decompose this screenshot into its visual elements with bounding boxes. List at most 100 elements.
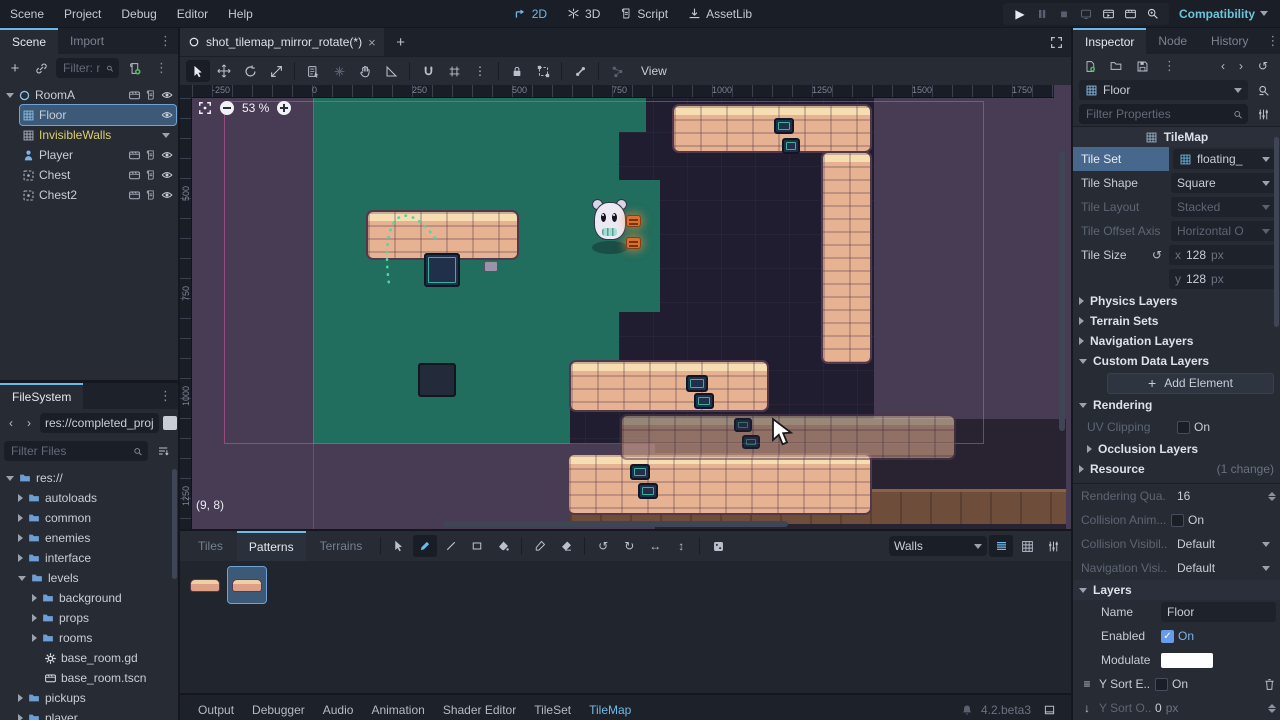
filesystem-scrollbar[interactable] xyxy=(172,469,177,579)
patterns-content[interactable] xyxy=(180,561,1071,693)
prop-tile-size-y[interactable]: y 128 px xyxy=(1073,267,1280,291)
random-tile-button[interactable] xyxy=(706,535,730,557)
rotate-left-button[interactable]: ↺ xyxy=(591,535,615,557)
remote-debug-button[interactable] xyxy=(1077,5,1095,23)
attach-script-button[interactable] xyxy=(123,57,145,79)
prop-ysort-origin[interactable]: ↓ Y Sort O... 0 px xyxy=(1073,696,1280,720)
fs-item-background[interactable]: background xyxy=(30,588,176,608)
property-tools-button[interactable] xyxy=(1252,103,1274,125)
ik-chain-button[interactable] xyxy=(605,60,629,82)
prop-ysort-enabled[interactable]: ≡ Y Sort E... On xyxy=(1073,672,1280,696)
scene-node-rooma[interactable]: RoomA xyxy=(2,85,176,105)
dock-menu-icon[interactable]: ⋮ xyxy=(153,28,178,54)
collision-visibility-dropdown[interactable]: Default xyxy=(1171,534,1276,554)
group-physics-layers[interactable]: Physics Layers xyxy=(1073,291,1280,311)
uv-clipping-checkbox[interactable] xyxy=(1177,420,1190,434)
spinner-icon[interactable] xyxy=(1268,703,1276,713)
toggle-split-mode-button[interactable] xyxy=(162,416,177,430)
chevron-down-icon[interactable] xyxy=(162,132,170,138)
prop-layer-modulate[interactable]: Modulate xyxy=(1073,648,1280,672)
instance-scene-button[interactable] xyxy=(30,57,52,79)
modulate-color-swatch[interactable] xyxy=(1161,652,1213,668)
play-scene-button[interactable] xyxy=(1099,5,1117,23)
scene-node-player[interactable]: Player xyxy=(20,145,176,165)
current-path[interactable]: res://completed_proj xyxy=(40,413,159,433)
script-icon[interactable] xyxy=(145,149,156,161)
lock-selected-button[interactable] xyxy=(505,60,529,82)
tile-size-y-field[interactable]: y 128 px xyxy=(1169,269,1276,289)
tile-bucket-tool[interactable] xyxy=(491,535,515,557)
expand-viewport-icon[interactable] xyxy=(1045,31,1067,53)
menu-scene[interactable]: Scene xyxy=(0,0,54,28)
add-element-button[interactable]: + Add Element xyxy=(1107,372,1274,394)
tile-picker-tool[interactable] xyxy=(528,535,552,557)
fs-item-interface[interactable]: interface xyxy=(16,548,176,568)
group-rendering[interactable]: Rendering xyxy=(1073,395,1280,415)
selection-list-button[interactable] xyxy=(301,60,325,82)
menu-debug[interactable]: Debug xyxy=(111,0,166,28)
center-view-icon[interactable] xyxy=(198,101,212,115)
move-tool-button[interactable] xyxy=(212,60,236,82)
group-custom-data-layers[interactable]: Custom Data Layers xyxy=(1073,351,1280,371)
renderer-selector[interactable]: Compatibility xyxy=(1179,7,1280,21)
fs-item-res[interactable]: res:// xyxy=(2,468,176,488)
layer-enabled-checkbox[interactable]: ✓ xyxy=(1161,629,1174,643)
dock-menu-icon[interactable]: ⋮ xyxy=(1260,28,1280,54)
delete-layer-icon[interactable] xyxy=(1263,678,1276,691)
tile-rect-tool[interactable] xyxy=(465,535,489,557)
tab-terrains[interactable]: Terrains xyxy=(308,531,375,561)
prop-tile-size-x[interactable]: Tile Size ↺ x 128 px xyxy=(1073,243,1280,267)
filter-properties-input[interactable] xyxy=(1079,104,1248,124)
class-section-header[interactable]: TileMap xyxy=(1073,127,1280,147)
prop-rendering-quadrant[interactable]: Rendering Qua... 16 xyxy=(1073,484,1280,508)
bottom-tab-output[interactable]: Output xyxy=(190,703,242,717)
history-forward-button[interactable]: › xyxy=(1234,55,1248,77)
prop-layer-enabled[interactable]: Enabled ✓ On xyxy=(1073,624,1280,648)
move-layer-down-icon[interactable]: ↓ xyxy=(1079,697,1095,719)
fs-item-enemies[interactable]: enemies xyxy=(16,528,176,548)
snap-options-menu-icon[interactable]: ⋮ xyxy=(468,60,492,82)
group-navigation-layers[interactable]: Navigation Layers xyxy=(1073,331,1280,351)
prop-navigation-visibility[interactable]: Navigation Visi... Default xyxy=(1073,556,1280,580)
fs-item-base-room-tscn[interactable]: base_room.tscn xyxy=(42,668,176,688)
filter-files-input[interactable] xyxy=(4,441,148,461)
menu-help[interactable]: Help xyxy=(218,0,263,28)
visibility-eye-icon[interactable] xyxy=(160,189,174,201)
pause-button[interactable] xyxy=(1033,5,1051,23)
dock-menu-icon[interactable]: ⋮ xyxy=(153,383,178,409)
tile-set-resource-dropdown[interactable]: floating_ xyxy=(1173,149,1276,169)
zoom-level-label[interactable]: 53 % xyxy=(242,101,269,115)
history-back-button[interactable]: ‹ xyxy=(1216,55,1230,77)
collapse-icon[interactable] xyxy=(6,92,14,98)
rotate-tool-button[interactable] xyxy=(238,60,262,82)
history-forward-button[interactable]: › xyxy=(22,412,36,434)
scene-toolbar-menu-icon[interactable]: ⋮ xyxy=(149,60,174,76)
group-selected-button[interactable] xyxy=(531,60,555,82)
tab-node[interactable]: Node xyxy=(1146,28,1199,54)
tile-line-tool[interactable] xyxy=(439,535,463,557)
collision-animatable-checkbox[interactable] xyxy=(1171,513,1184,527)
fs-item-levels[interactable]: levels xyxy=(16,568,176,588)
rotate-right-button[interactable]: ↻ xyxy=(617,535,641,557)
bottom-tab-tilemap[interactable]: TileMap xyxy=(581,703,639,717)
bottom-tab-debugger[interactable]: Debugger xyxy=(244,703,313,717)
movie-maker-button[interactable] xyxy=(1143,5,1161,23)
pattern-item-selected[interactable] xyxy=(227,566,267,604)
scale-tool-button[interactable] xyxy=(264,60,288,82)
script-icon[interactable] xyxy=(145,169,156,181)
context-3d-button[interactable]: 3D xyxy=(557,7,610,21)
tile-shape-dropdown[interactable]: Square xyxy=(1171,173,1276,193)
layer-name-field[interactable]: Floor xyxy=(1161,602,1276,622)
close-tab-icon[interactable]: × xyxy=(368,35,376,50)
layer-dropdown[interactable]: Walls xyxy=(889,536,987,556)
load-resource-button[interactable] xyxy=(1105,55,1127,77)
group-layers[interactable]: Layers xyxy=(1073,580,1280,600)
pan-tool-button[interactable] xyxy=(353,60,377,82)
prop-collision-visibility[interactable]: Collision Visibil... Default xyxy=(1073,532,1280,556)
open-scene-icon[interactable] xyxy=(128,189,141,201)
script-icon[interactable] xyxy=(145,89,156,101)
prop-layer-name[interactable]: Name Floor xyxy=(1073,600,1280,624)
menu-editor[interactable]: Editor xyxy=(167,0,218,28)
object-history-button[interactable]: ↺ xyxy=(1252,55,1274,77)
group-occlusion-layers[interactable]: Occlusion Layers xyxy=(1073,439,1280,459)
